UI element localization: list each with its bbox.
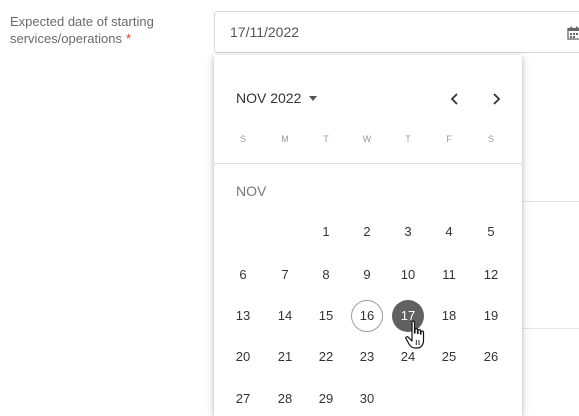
date-input-value: 17/11/2022 xyxy=(230,24,300,40)
day-cell[interactable]: 20 xyxy=(227,341,259,373)
day-cell[interactable]: 22 xyxy=(310,341,342,373)
date-picker-header: NOV 2022 xyxy=(214,85,522,113)
day-cell[interactable]: 21 xyxy=(269,341,301,373)
date-field-label-text: Expected date of starting services/opera… xyxy=(10,14,154,46)
date-picker-popup: NOV 2022 SMTWTFS NOV 1 2 3 4 5 6 7 8 9 10 11 12 13 14… xyxy=(214,55,522,416)
day-cell[interactable]: 5 xyxy=(475,216,507,248)
weekday-label: S xyxy=(239,134,246,144)
day-cell[interactable]: 27 xyxy=(227,383,259,415)
weekday-label: W xyxy=(362,134,372,144)
day-cell-today[interactable]: 16 xyxy=(351,300,383,332)
day-cell[interactable]: 24 xyxy=(392,341,424,373)
chevron-left-icon xyxy=(450,93,458,105)
day-cell[interactable]: 15 xyxy=(310,300,342,332)
prev-month-button[interactable] xyxy=(444,88,466,110)
weekday-label: T xyxy=(323,134,329,144)
chevron-right-icon xyxy=(493,93,501,105)
caret-down-icon xyxy=(309,95,318,101)
day-cell[interactable]: 11 xyxy=(433,259,465,291)
background-divider xyxy=(522,328,579,329)
day-cell[interactable]: 3 xyxy=(392,216,424,248)
month-section-label: NOV xyxy=(236,183,267,199)
day-cell[interactable]: 29 xyxy=(310,383,342,415)
weekday-label: F xyxy=(446,134,452,144)
day-cell[interactable]: 25 xyxy=(433,341,465,373)
day-cell[interactable]: 28 xyxy=(269,383,301,415)
month-year-label: NOV 2022 xyxy=(236,90,302,106)
required-asterisk: * xyxy=(126,31,132,46)
day-cell[interactable]: 4 xyxy=(433,216,465,248)
day-cell[interactable]: 14 xyxy=(269,300,301,332)
month-year-dropdown[interactable]: NOV 2022 xyxy=(236,90,318,106)
date-field-label: Expected date of starting services/opera… xyxy=(10,13,200,47)
weekday-label: M xyxy=(281,134,289,144)
day-cell[interactable]: 18 xyxy=(433,300,465,332)
day-cell[interactable]: 9 xyxy=(351,259,383,291)
day-cell[interactable]: 10 xyxy=(392,259,424,291)
day-cell[interactable]: 12 xyxy=(475,259,507,291)
day-cell[interactable]: 6 xyxy=(227,259,259,291)
day-cell[interactable]: 19 xyxy=(475,300,507,332)
day-cell-selected[interactable]: 17 xyxy=(392,300,424,332)
calendar-icon[interactable] xyxy=(567,26,579,40)
weekday-label: T xyxy=(405,134,411,144)
date-input[interactable]: 17/11/2022 xyxy=(214,11,579,53)
day-cell[interactable]: 13 xyxy=(227,300,259,332)
header-divider xyxy=(214,163,522,164)
day-cell[interactable]: 8 xyxy=(310,259,342,291)
weekday-header: SMTWTFS xyxy=(214,134,522,150)
background-divider xyxy=(522,201,579,202)
day-cell[interactable]: 1 xyxy=(310,216,342,248)
next-month-button[interactable] xyxy=(485,88,507,110)
day-cell[interactable]: 2 xyxy=(351,216,383,248)
day-cell[interactable]: 26 xyxy=(475,341,507,373)
day-cell[interactable]: 30 xyxy=(351,383,383,415)
day-cell[interactable]: 7 xyxy=(269,259,301,291)
day-cell[interactable]: 23 xyxy=(351,341,383,373)
weekday-label: S xyxy=(487,134,494,144)
